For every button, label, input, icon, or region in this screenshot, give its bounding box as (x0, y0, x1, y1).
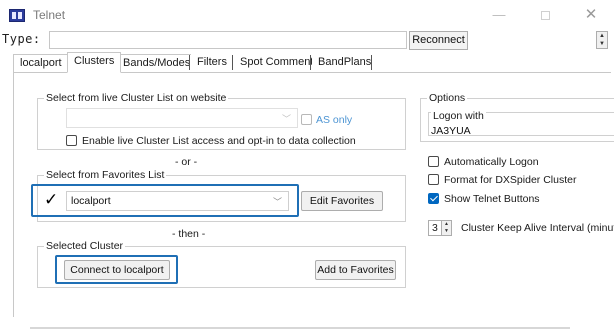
app-icon (9, 9, 25, 22)
minimize-icon: — (492, 7, 506, 22)
favorites-combo-value: localport (71, 195, 111, 207)
tab-divider (371, 55, 372, 70)
dxspider-checkbox[interactable] (428, 174, 439, 185)
live-cluster-combo[interactable]: ﹀ (66, 108, 298, 128)
reconnect-button[interactable]: Reconnect (409, 31, 468, 50)
dxspider-label: Format for DXSpider Cluster (444, 174, 577, 186)
connect-button[interactable]: Connect to localport (64, 260, 170, 280)
close-button[interactable]: ✕ (568, 0, 614, 30)
selected-cluster-group-title: Selected Cluster (44, 240, 126, 252)
auto-logon-checkbox[interactable] (428, 156, 439, 167)
favorites-group-title: Select from Favorites List (44, 169, 167, 181)
as-only-label: AS only (316, 114, 353, 126)
title-bar: Telnet — ✕ (0, 0, 614, 30)
enable-live-list-label: Enable live Cluster List access and opt-… (82, 135, 356, 147)
or-separator: - or - (175, 156, 198, 168)
tab-divider (310, 55, 311, 70)
chevron-down-icon: ﹀ (281, 114, 291, 124)
as-only-checkbox[interactable] (301, 114, 312, 125)
type-input[interactable] (49, 31, 407, 49)
type-spinner[interactable]: ▲ ▼ (596, 31, 608, 49)
tab-bandplans[interactable]: BandPlans (312, 54, 378, 72)
maximize-icon (540, 11, 550, 21)
enable-live-list-checkbox[interactable] (66, 135, 77, 146)
keepalive-spinner[interactable]: 3 ▲ ▼ (428, 220, 452, 236)
add-to-favorites-button[interactable]: Add to Favorites (315, 260, 396, 280)
edit-favorites-button[interactable]: Edit Favorites (301, 191, 383, 211)
spinner-up-icon[interactable]: ▲ (597, 32, 607, 40)
status-divider (30, 327, 570, 329)
spinner-up-icon[interactable]: ▲ (442, 221, 451, 228)
options-group-title: Options (427, 92, 468, 104)
keepalive-label: Cluster Keep Alive Interval (minutes) (461, 222, 614, 234)
favorites-combo[interactable]: localport ﹀ (66, 191, 289, 211)
tab-filters[interactable]: Filters (191, 54, 233, 72)
checkmark-icon: ✓ (44, 190, 59, 209)
telnet-window: Telnet — ✕ Type: Reconnect ▲ ▼ localport… (0, 0, 614, 335)
close-icon: ✕ (584, 6, 598, 23)
show-telnet-buttons-label: Show Telnet Buttons (444, 193, 540, 205)
tab-divider (232, 55, 233, 70)
spinner-down-icon[interactable]: ▼ (442, 228, 451, 235)
spinner-down-icon[interactable]: ▼ (597, 40, 607, 48)
then-separator: - then - (172, 228, 206, 240)
type-label: Type: (2, 32, 41, 46)
keepalive-value: 3 (432, 222, 438, 234)
tab-localport[interactable]: localport (13, 54, 69, 72)
tab-spot-comment[interactable]: Spot Comment (234, 54, 320, 72)
logon-group-title: Logon with (431, 110, 486, 122)
auto-logon-label: Automatically Logon (444, 156, 539, 168)
maximize-button[interactable] (522, 0, 568, 30)
logon-callsign-field[interactable]: JA3YUA (431, 125, 471, 137)
chevron-down-icon: ﹀ (272, 197, 282, 207)
tab-bands-modes[interactable]: Bands/Modes (116, 54, 198, 72)
show-telnet-buttons-checkbox[interactable] (428, 193, 439, 204)
live-cluster-group-title: Select from live Cluster List on website (44, 92, 229, 104)
window-title: Telnet (33, 8, 66, 22)
tab-clusters[interactable]: Clusters (67, 52, 122, 73)
tab-divider (189, 55, 190, 70)
minimize-button[interactable]: — (476, 0, 522, 30)
